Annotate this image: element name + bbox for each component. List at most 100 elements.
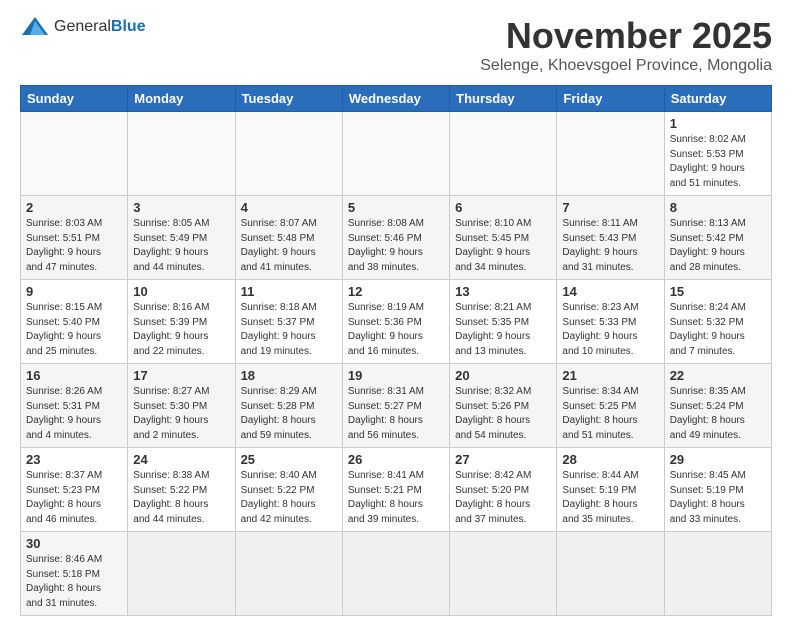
table-row — [21, 112, 128, 196]
day-number: 1 — [670, 116, 766, 131]
table-row: 11 Sunrise: 8:18 AM Sunset: 5:37 PM Dayli… — [235, 280, 342, 364]
table-row: 5 Sunrise: 8:08 AM Sunset: 5:46 PM Daylig… — [342, 196, 449, 280]
day-number: 4 — [241, 200, 337, 215]
table-row: 15 Sunrise: 8:24 AM Sunset: 5:32 PM Dayli… — [664, 280, 771, 364]
day-info: Sunrise: 8:03 AM Sunset: 5:51 PM Dayligh… — [26, 217, 122, 275]
col-tuesday: Tuesday — [235, 86, 342, 112]
table-row: 2Sunrise: 8:03 AM Sunset: 5:51 PM Daylig… — [21, 196, 128, 280]
col-friday: Friday — [557, 86, 664, 112]
day-info: Sunrise: 8:35 AM Sunset: 5:24 PM Dayligh… — [670, 385, 766, 443]
day-number: 28 — [562, 452, 658, 467]
day-number: 6 — [455, 200, 551, 215]
calendar-week-row: 2Sunrise: 8:03 AM Sunset: 5:51 PM Daylig… — [21, 196, 772, 280]
day-info: Sunrise: 8:45 AM Sunset: 5:19 PM Dayligh… — [670, 469, 766, 527]
col-monday: Monday — [128, 86, 235, 112]
calendar-week-row: 1 Sunrise: 8:02 AM Sunset: 5:53 PM Daylig… — [21, 112, 772, 196]
table-row: 10Sunrise: 8:16 AM Sunset: 5:39 PM Dayli… — [128, 280, 235, 364]
day-info: Sunrise: 8:10 AM Sunset: 5:45 PM Dayligh… — [455, 217, 551, 275]
table-row — [342, 112, 449, 196]
day-number: 5 — [348, 200, 444, 215]
day-number: 26 — [348, 452, 444, 467]
table-row — [557, 532, 664, 616]
table-row: 7Sunrise: 8:11 AM Sunset: 5:43 PM Daylig… — [557, 196, 664, 280]
table-row: 30 Sunrise: 8:46 AM Sunset: 5:18 PM Dayli… — [21, 532, 128, 616]
day-info: Sunrise: 8:38 AM Sunset: 5:22 PM Dayligh… — [133, 469, 229, 527]
table-row: 27Sunrise: 8:42 AM Sunset: 5:20 PM Dayli… — [450, 448, 557, 532]
day-info: Sunrise: 8:46 AM Sunset: 5:18 PM Dayligh… — [26, 553, 122, 611]
calendar-body: 1 Sunrise: 8:02 AM Sunset: 5:53 PM Daylig… — [21, 112, 772, 616]
day-info: Sunrise: 8:15 AM Sunset: 5:40 PM Dayligh… — [26, 301, 122, 359]
logo-text: GeneralBlue — [54, 18, 146, 36]
day-number: 29 — [670, 452, 766, 467]
col-sunday: Sunday — [21, 86, 128, 112]
day-info: Sunrise: 8:40 AM Sunset: 5:22 PM Dayligh… — [241, 469, 337, 527]
table-row: 17 Sunrise: 8:27 AM Sunset: 5:30 PM Dayli… — [128, 364, 235, 448]
day-info: Sunrise: 8:08 AM Sunset: 5:46 PM Dayligh… — [348, 217, 444, 275]
subtitle: Selenge, Khoevsgoel Province, Mongolia — [480, 57, 772, 75]
day-number: 11 — [241, 284, 337, 299]
day-number: 9 — [26, 284, 122, 299]
day-info: Sunrise: 8:29 AM Sunset: 5:28 PM Dayligh… — [241, 385, 337, 443]
table-row: 14Sunrise: 8:23 AM Sunset: 5:33 PM Dayli… — [557, 280, 664, 364]
day-number: 17 — [133, 368, 229, 383]
table-row: 8Sunrise: 8:13 AM Sunset: 5:42 PM Daylig… — [664, 196, 771, 280]
day-info: Sunrise: 8:07 AM Sunset: 5:48 PM Dayligh… — [241, 217, 337, 275]
table-row: 9 Sunrise: 8:15 AM Sunset: 5:40 PM Daylig… — [21, 280, 128, 364]
day-number: 25 — [241, 452, 337, 467]
calendar-header: Sunday Monday Tuesday Wednesday Thursday… — [21, 86, 772, 112]
calendar-week-row: 23 Sunrise: 8:37 AM Sunset: 5:23 PM Dayli… — [21, 448, 772, 532]
table-row: 26 Sunrise: 8:41 AM Sunset: 5:21 PM Dayli… — [342, 448, 449, 532]
day-number: 23 — [26, 452, 122, 467]
logo-icon — [20, 15, 50, 39]
day-number: 16 — [26, 368, 122, 383]
table-row — [235, 532, 342, 616]
table-row — [557, 112, 664, 196]
day-number: 14 — [562, 284, 658, 299]
table-row: 20Sunrise: 8:32 AM Sunset: 5:26 PM Dayli… — [450, 364, 557, 448]
day-number: 21 — [562, 368, 658, 383]
table-row: 28Sunrise: 8:44 AM Sunset: 5:19 PM Dayli… — [557, 448, 664, 532]
table-row — [450, 112, 557, 196]
day-info: Sunrise: 8:16 AM Sunset: 5:39 PM Dayligh… — [133, 301, 229, 359]
table-row: 24Sunrise: 8:38 AM Sunset: 5:22 PM Dayli… — [128, 448, 235, 532]
day-info: Sunrise: 8:18 AM Sunset: 5:37 PM Dayligh… — [241, 301, 337, 359]
day-info: Sunrise: 8:02 AM Sunset: 5:53 PM Dayligh… — [670, 133, 766, 191]
calendar-week-row: 16Sunrise: 8:26 AM Sunset: 5:31 PM Dayli… — [21, 364, 772, 448]
day-info: Sunrise: 8:41 AM Sunset: 5:21 PM Dayligh… — [348, 469, 444, 527]
table-row: 23 Sunrise: 8:37 AM Sunset: 5:23 PM Dayli… — [21, 448, 128, 532]
day-number: 7 — [562, 200, 658, 215]
table-row: 12Sunrise: 8:19 AM Sunset: 5:36 PM Dayli… — [342, 280, 449, 364]
weekday-row: Sunday Monday Tuesday Wednesday Thursday… — [21, 86, 772, 112]
table-row — [128, 112, 235, 196]
col-thursday: Thursday — [450, 86, 557, 112]
table-row: 16Sunrise: 8:26 AM Sunset: 5:31 PM Dayli… — [21, 364, 128, 448]
day-info: Sunrise: 8:37 AM Sunset: 5:23 PM Dayligh… — [26, 469, 122, 527]
table-row — [342, 532, 449, 616]
table-row: 4 Sunrise: 8:07 AM Sunset: 5:48 PM Daylig… — [235, 196, 342, 280]
table-row — [128, 532, 235, 616]
table-row: 25 Sunrise: 8:40 AM Sunset: 5:22 PM Dayli… — [235, 448, 342, 532]
logo: GeneralBlue — [20, 15, 146, 39]
day-info: Sunrise: 8:21 AM Sunset: 5:35 PM Dayligh… — [455, 301, 551, 359]
day-info: Sunrise: 8:24 AM Sunset: 5:32 PM Dayligh… — [670, 301, 766, 359]
day-number: 19 — [348, 368, 444, 383]
table-row: 6 Sunrise: 8:10 AM Sunset: 5:45 PM Daylig… — [450, 196, 557, 280]
day-info: Sunrise: 8:27 AM Sunset: 5:30 PM Dayligh… — [133, 385, 229, 443]
day-info: Sunrise: 8:42 AM Sunset: 5:20 PM Dayligh… — [455, 469, 551, 527]
table-row: 3Sunrise: 8:05 AM Sunset: 5:49 PM Daylig… — [128, 196, 235, 280]
day-info: Sunrise: 8:05 AM Sunset: 5:49 PM Dayligh… — [133, 217, 229, 275]
month-title: November 2025 — [480, 15, 772, 57]
day-info: Sunrise: 8:32 AM Sunset: 5:26 PM Dayligh… — [455, 385, 551, 443]
calendar-table: Sunday Monday Tuesday Wednesday Thursday… — [20, 85, 772, 616]
day-number: 15 — [670, 284, 766, 299]
day-info: Sunrise: 8:19 AM Sunset: 5:36 PM Dayligh… — [348, 301, 444, 359]
table-row: 19Sunrise: 8:31 AM Sunset: 5:27 PM Dayli… — [342, 364, 449, 448]
page: GeneralBlue November 2025 Selenge, Khoev… — [0, 0, 792, 631]
calendar-week-row: 30 Sunrise: 8:46 AM Sunset: 5:18 PM Dayli… — [21, 532, 772, 616]
day-number: 30 — [26, 536, 122, 551]
col-wednesday: Wednesday — [342, 86, 449, 112]
table-row: 18Sunrise: 8:29 AM Sunset: 5:28 PM Dayli… — [235, 364, 342, 448]
table-row — [235, 112, 342, 196]
title-block: November 2025 Selenge, Khoevsgoel Provin… — [480, 15, 772, 75]
table-row: 29 Sunrise: 8:45 AM Sunset: 5:19 PM Dayli… — [664, 448, 771, 532]
